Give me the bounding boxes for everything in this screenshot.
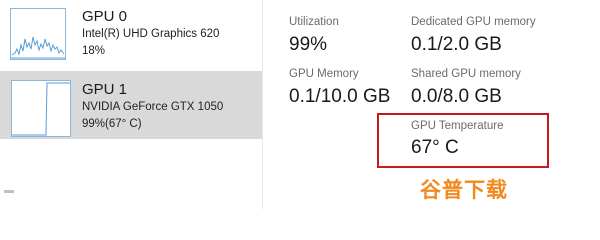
gpu1-usage-sparkline	[12, 82, 70, 136]
utilization-label: Utilization	[289, 16, 339, 28]
dedicated-memory-value: 0.1/2.0 GB	[411, 34, 502, 55]
gpu1-usage-graph-thumbnail	[11, 80, 71, 137]
watermark-logo: 谷普下载	[420, 178, 508, 202]
gpu-list-item-gpu1[interactable]: GPU 1 NVIDIA GeForce GTX 1050 99%(67° C)	[0, 71, 262, 139]
gpu0-model: Intel(R) UHD Graphics 620	[82, 28, 220, 40]
gpu1-name: GPU 1	[82, 81, 128, 98]
gpu-list: GPU 0 Intel(R) UHD Graphics 620 18% GPU …	[0, 0, 262, 209]
gpu-list-item-gpu0[interactable]: GPU 0 Intel(R) UHD Graphics 620 18%	[0, 0, 262, 68]
gpu0-name: GPU 0	[82, 8, 128, 25]
utilization-value: 99%	[289, 34, 328, 55]
shared-memory-value: 0.0/8.0 GB	[411, 86, 502, 107]
dedicated-memory-label: Dedicated GPU memory	[411, 16, 536, 28]
gpu0-usage-sparkline	[11, 36, 65, 59]
gpu-memory-label: GPU Memory	[289, 68, 359, 80]
list-divider	[262, 0, 263, 209]
temperature-value: 67° C	[411, 137, 459, 158]
gpu1-usage: 99%(67° C)	[82, 118, 142, 130]
shared-memory-label: Shared GPU memory	[411, 68, 521, 80]
gpu1-model: NVIDIA GeForce GTX 1050	[82, 101, 224, 113]
temperature-label: GPU Temperature	[411, 120, 504, 132]
gpu0-usage-graph-thumbnail	[10, 8, 66, 60]
gpu-memory-value: 0.1/10.0 GB	[289, 86, 391, 107]
gpu0-usage: 18%	[82, 45, 106, 57]
edge-mark	[4, 190, 14, 193]
gpu-performance-panel: GPU 0 Intel(R) UHD Graphics 620 18% GPU …	[0, 0, 600, 209]
